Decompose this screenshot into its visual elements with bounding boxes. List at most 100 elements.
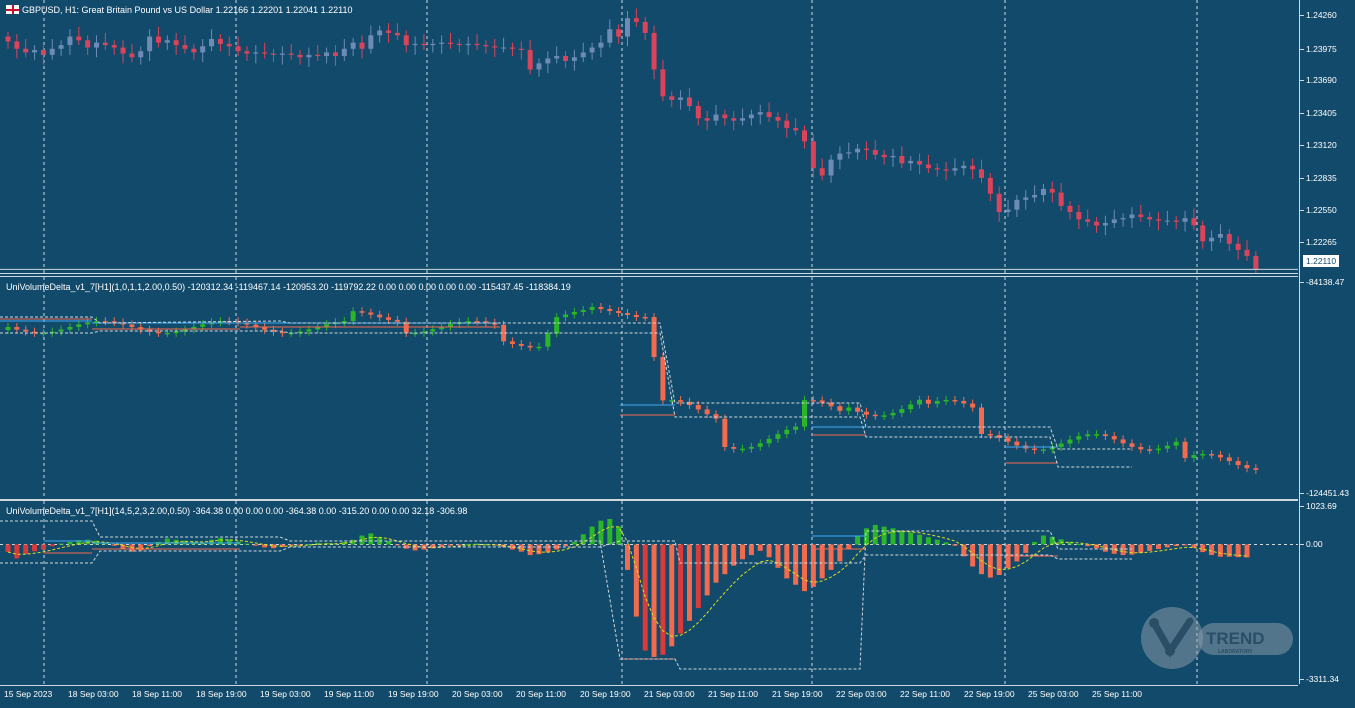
indicator1-canvas[interactable] (0, 277, 1298, 499)
price-candle-body (1253, 255, 1259, 270)
price-candle-body (377, 30, 383, 36)
price-candle-body (952, 168, 958, 171)
delta-candle-body (589, 307, 595, 311)
price-chart-pane[interactable]: GBPUSD, H1: Great Britain Pound vs US Do… (0, 0, 1298, 274)
time-axis-tick: 20 Sep 11:00 (516, 689, 566, 699)
price-candle-body (943, 169, 949, 171)
price-candle-body (775, 117, 781, 121)
indicator2-canvas[interactable] (0, 501, 1298, 685)
price-candle-body (1173, 220, 1179, 222)
time-axis-tick: 22 Sep 11:00 (900, 689, 950, 699)
delta-candle-body (633, 315, 639, 317)
indicator2-pane[interactable]: UniVolumeDelta_v1_7[H1](14,5,2,3,2.00,0.… (0, 500, 1298, 686)
delta-candle-body (678, 400, 684, 402)
price-candle-body (1244, 249, 1250, 256)
price-candle-body (200, 46, 206, 53)
delta-bar (1023, 544, 1029, 553)
price-candle-body (625, 18, 630, 37)
delta-candle-body (474, 321, 480, 323)
delta-bar (244, 543, 250, 545)
price-candle-body (740, 118, 746, 121)
delta-candle-body (430, 329, 436, 332)
delta-candle-body (1040, 449, 1046, 451)
delta-bar (917, 534, 923, 545)
delta-bar (748, 544, 754, 556)
price-candle-body (235, 46, 241, 52)
delta-candle-body (872, 414, 878, 417)
price-candle-body (288, 53, 294, 55)
delta-bar (536, 544, 542, 555)
delta-candle-body (155, 331, 161, 334)
price-candle-body (32, 49, 38, 53)
price-candle-body (908, 160, 914, 164)
delta-candle-body (837, 406, 843, 411)
price-candle-body (713, 114, 719, 121)
indicator1-pane[interactable]: UniVolumeDelta_v1_7[H1](1,0,1,1,2.00,0.5… (0, 276, 1298, 500)
time-axis-tick: 20 Sep 19:00 (580, 689, 631, 699)
delta-candle-body (890, 412, 896, 416)
price-candle-body (226, 43, 232, 47)
delta-candle-body (784, 429, 790, 435)
delta-bar (943, 542, 949, 545)
delta-candle-body (1147, 449, 1153, 451)
delta-candle-body (563, 314, 569, 318)
delta-bar (394, 544, 400, 546)
price-candle-body (1209, 237, 1215, 242)
price-axis-tick: 1.24260 (1300, 10, 1337, 20)
price-candle-body (571, 57, 577, 61)
price-candle-body (607, 29, 613, 43)
time-axis[interactable]: 15 Sep 2023 18 Sep 03:00 18 Sep 11:00 18 Se… (0, 685, 1298, 708)
delta-candle-body (1058, 443, 1064, 448)
delta-bar (527, 544, 533, 556)
delta-bar (633, 544, 639, 617)
delta-candle-body (660, 357, 666, 401)
delta-bar (1032, 541, 1038, 545)
delta-candle-body (102, 321, 108, 323)
price-candle-body (58, 45, 64, 49)
price-axis-tick: 1.23975 (1300, 44, 1337, 54)
price-candle-body (536, 63, 542, 70)
price-candle-body (324, 52, 330, 57)
price-candle-body (766, 112, 772, 117)
delta-bar (872, 524, 878, 545)
delta-bar (828, 544, 834, 570)
price-axis-tick: 1.22265 (1300, 237, 1337, 247)
price-candle-body (394, 32, 400, 36)
price-candle-body (616, 29, 622, 37)
delta-bar (704, 544, 710, 596)
delta-bar (545, 544, 551, 553)
delta-candle-body (952, 400, 958, 402)
price-axis-tick: 1.23690 (1300, 75, 1337, 85)
price-candle-body (1235, 243, 1241, 250)
price-candle-body (350, 42, 356, 49)
price-candle-body (695, 106, 701, 119)
delta-candle-body (386, 317, 392, 320)
price-candle-body (1094, 221, 1100, 226)
price-candle-body (341, 48, 347, 57)
price-candle-body (704, 118, 710, 121)
time-axis-tick: 18 Sep 03:00 (68, 689, 119, 699)
indicator2-axis-tick: 1023.69 (1300, 501, 1337, 511)
delta-bar (722, 544, 728, 575)
price-candle-body (554, 56, 560, 59)
indicator1-legend-text: UniVolumeDelta_v1_7[H1](1,0,1,1,2.00,0.5… (6, 282, 571, 292)
delta-candle-body (987, 434, 993, 436)
price-candle-body (589, 47, 595, 53)
price-candle-body (244, 51, 250, 54)
price-chart-canvas[interactable] (0, 0, 1298, 273)
price-candle-body (359, 42, 365, 49)
price-candle-body (828, 159, 834, 176)
delta-bar (23, 544, 29, 555)
price-candle-body (173, 40, 179, 46)
delta-candle-body (448, 324, 453, 327)
price-candle-body (961, 165, 967, 169)
delta-candle-body (580, 310, 586, 312)
delta-candle-body (1102, 434, 1108, 437)
delta-candle-body (925, 399, 931, 404)
price-axis[interactable]: 1.24260 1.23975 1.23690 1.23405 1.23120 … (1299, 0, 1355, 684)
price-candle-body (253, 52, 259, 54)
delta-bar (1138, 544, 1144, 553)
delta-candle-body (775, 434, 781, 439)
delta-candle-body (1244, 465, 1250, 469)
delta-candle-body (757, 443, 763, 447)
